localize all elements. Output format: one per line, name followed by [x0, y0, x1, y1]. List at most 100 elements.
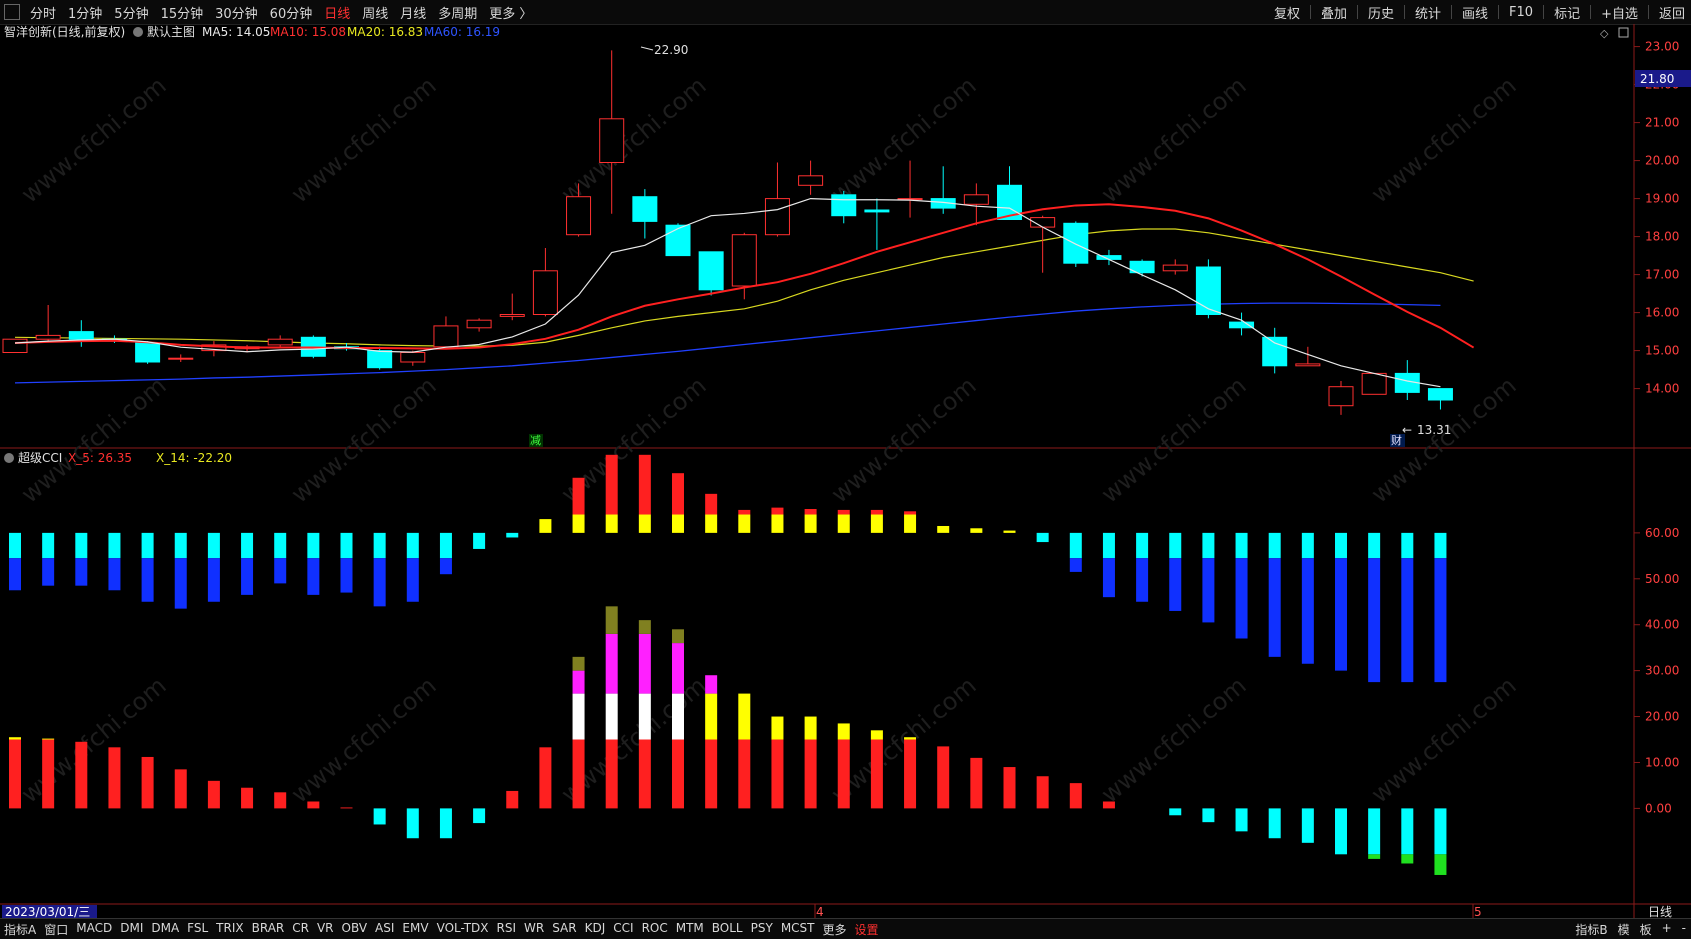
cci-bar[interactable] — [904, 739, 917, 809]
cci-bar[interactable] — [705, 514, 718, 533]
indicator-tab-6[interactable]: TRIX — [212, 921, 247, 938]
cci-bar[interactable] — [141, 532, 154, 559]
cci-bar[interactable] — [705, 675, 718, 694]
cci-bar[interactable] — [108, 558, 121, 591]
cci-bar[interactable] — [937, 525, 950, 533]
indicator-right-tab-4[interactable]: - — [1677, 921, 1691, 938]
candle-body[interactable] — [1295, 363, 1321, 367]
cci-bar[interactable] — [870, 739, 883, 809]
chart-canvas[interactable]: www.cfchi.com www.cfchi.com www.cfchi.com w… — [0, 24, 1691, 918]
cci-bar[interactable] — [108, 747, 121, 809]
cci-bar[interactable] — [870, 509, 883, 515]
cci-bar[interactable] — [207, 780, 220, 809]
candle-body[interactable] — [731, 234, 757, 287]
candle-body[interactable] — [1427, 388, 1453, 401]
cci-bar[interactable] — [605, 606, 618, 634]
indicator-tab-15[interactable]: WR — [520, 921, 548, 938]
cci-bar[interactable] — [904, 514, 917, 533]
cci-bar[interactable] — [539, 519, 552, 533]
cci-bar[interactable] — [705, 693, 718, 740]
indicator-tab-9[interactable]: VR — [313, 921, 338, 938]
cci-bar[interactable] — [572, 739, 585, 809]
cci-bar[interactable] — [1368, 854, 1381, 859]
cci-bar[interactable] — [1235, 532, 1248, 559]
cci-bar[interactable] — [9, 558, 21, 591]
cci-bar[interactable] — [605, 633, 618, 694]
cci-bar[interactable] — [804, 716, 817, 740]
finance-marker[interactable]: 财 — [1391, 433, 1402, 447]
candle-body[interactable] — [532, 270, 558, 316]
cci-bar[interactable] — [1268, 532, 1281, 559]
cci-bar[interactable] — [638, 633, 651, 694]
cci-bar[interactable] — [274, 792, 287, 809]
cci-bar[interactable] — [1368, 532, 1381, 559]
candle-body[interactable] — [1328, 386, 1354, 407]
cci-bar[interactable] — [9, 739, 21, 809]
cci-bar[interactable] — [373, 532, 386, 559]
candle-body[interactable] — [798, 175, 824, 186]
cci-bar[interactable] — [1136, 558, 1149, 602]
cci-bar[interactable] — [506, 532, 519, 538]
cci-bar[interactable] — [771, 507, 784, 515]
cci-bar[interactable] — [340, 558, 353, 593]
candle-body[interactable] — [400, 352, 426, 363]
cci-bar[interactable] — [1102, 532, 1115, 559]
tool-0[interactable]: 复权 — [1268, 3, 1306, 22]
cci-bar[interactable] — [870, 730, 883, 740]
cci-bar[interactable] — [638, 693, 651, 740]
cci-bar[interactable] — [638, 620, 651, 634]
indicator-tab-12[interactable]: EMV — [398, 921, 432, 938]
cci-bar[interactable] — [539, 747, 552, 809]
cci-bar[interactable] — [439, 532, 452, 559]
candle-body[interactable] — [566, 196, 592, 236]
indicator-tab-8[interactable]: CR — [288, 921, 313, 938]
cci-bar[interactable] — [406, 558, 419, 602]
cci-bar[interactable] — [705, 739, 718, 809]
indicator-tab-4[interactable]: DMA — [147, 921, 183, 938]
cci-bar[interactable] — [672, 629, 684, 644]
period-tab-1[interactable]: 1分钟 — [62, 3, 108, 22]
cci-bar[interactable] — [207, 532, 220, 559]
cci-bar[interactable] — [406, 808, 419, 839]
cci-bar[interactable] — [373, 808, 386, 825]
candle-body[interactable] — [35, 334, 61, 340]
cci-bar[interactable] — [672, 514, 684, 533]
cci-bar[interactable] — [738, 693, 751, 740]
cci-bar[interactable] — [638, 739, 651, 809]
indicator-tab-24[interactable]: 更多 — [819, 921, 851, 938]
cci-bar[interactable] — [1434, 532, 1447, 559]
tool-8[interactable]: 返回 — [1653, 3, 1691, 22]
cci-bar[interactable] — [638, 514, 651, 533]
cci-title[interactable]: 超级CCI — [18, 450, 62, 465]
candle-body[interactable] — [599, 118, 625, 164]
cci-bar[interactable] — [241, 787, 254, 809]
candle-body[interactable] — [1229, 321, 1255, 329]
candle-body[interactable] — [433, 325, 459, 348]
candle-body[interactable] — [1162, 264, 1188, 272]
cci-bar[interactable] — [506, 790, 519, 809]
tool-2[interactable]: 历史 — [1362, 3, 1400, 22]
cci-bar-series[interactable] — [9, 454, 1447, 875]
cci-bar[interactable] — [672, 473, 684, 515]
cci-bar[interactable] — [738, 739, 751, 809]
candle-body[interactable] — [665, 224, 691, 257]
cci-bar[interactable] — [1368, 808, 1381, 855]
indicator-right-tab-2[interactable]: 板 — [1635, 921, 1657, 938]
cci-bar[interactable] — [1069, 783, 1082, 809]
period-tab-0[interactable]: 分时 — [24, 3, 62, 22]
cci-bar[interactable] — [307, 801, 320, 809]
cci-bar[interactable] — [605, 693, 618, 740]
cci-bar[interactable] — [75, 532, 88, 559]
diamond-icon[interactable]: ◇ — [1600, 27, 1609, 40]
cci-bar[interactable] — [605, 454, 618, 515]
period-tab-4[interactable]: 30分钟 — [209, 3, 264, 22]
cci-bar[interactable] — [1401, 558, 1414, 683]
cci-bar[interactable] — [1169, 532, 1182, 559]
cci-bar[interactable] — [771, 716, 784, 740]
cci-bar[interactable] — [572, 670, 585, 694]
cci-bar[interactable] — [274, 532, 287, 559]
cci-bar[interactable] — [672, 739, 684, 809]
cci-bar[interactable] — [1136, 532, 1149, 559]
cci-bar[interactable] — [174, 532, 187, 559]
indicator-tab-23[interactable]: MCST — [777, 921, 819, 938]
